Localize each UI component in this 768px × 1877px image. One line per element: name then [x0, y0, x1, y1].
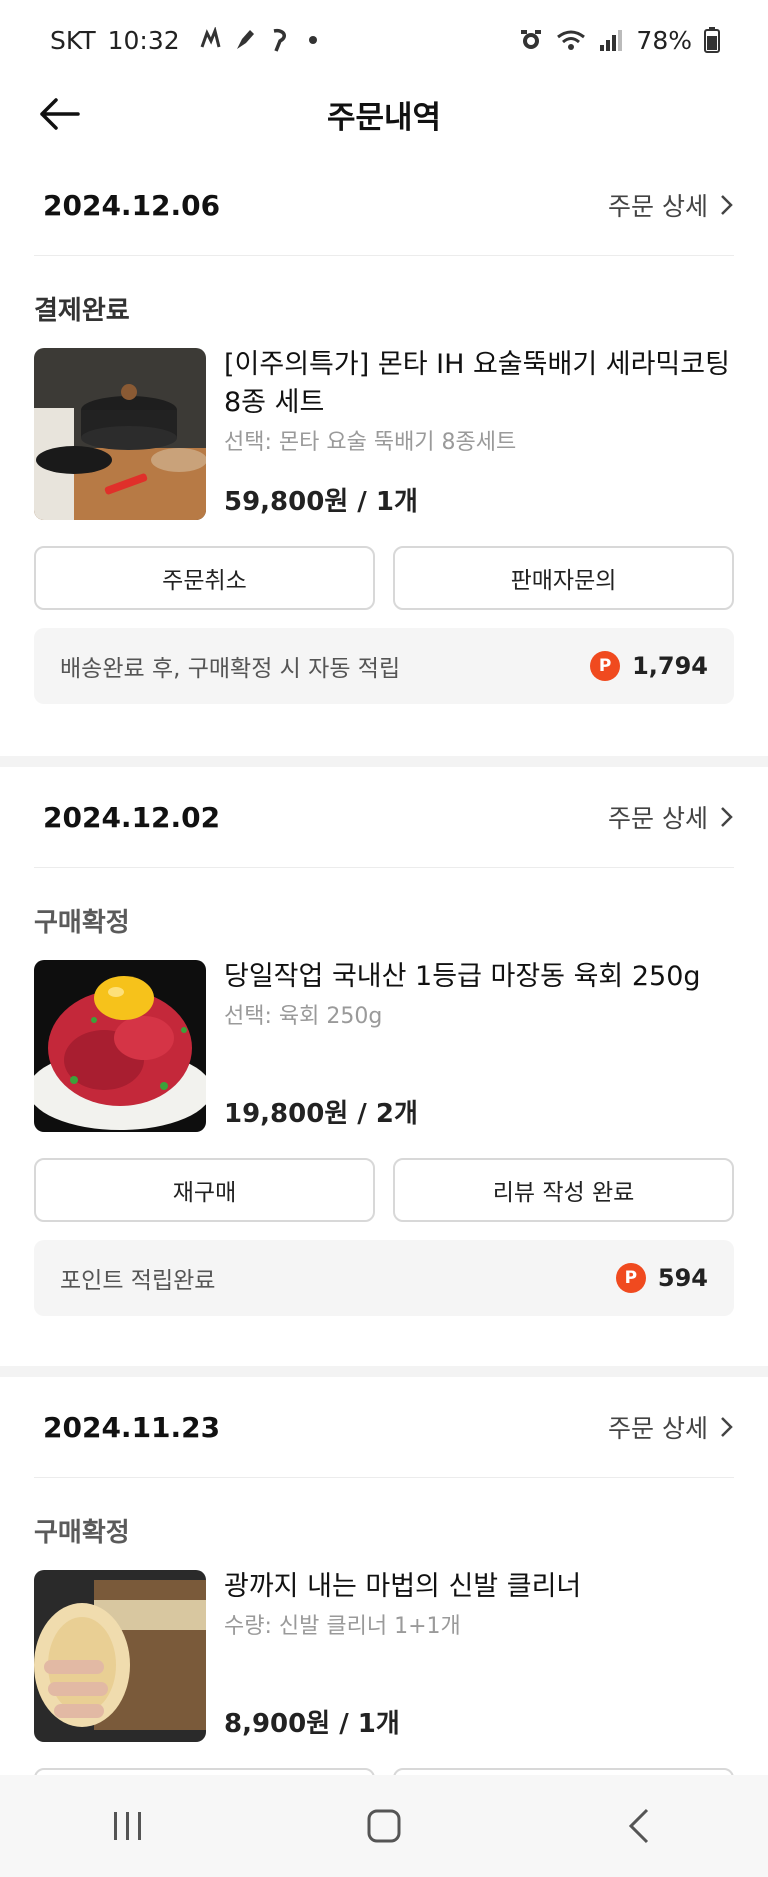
product-option: 수량: 신발 클리너 1+1개 — [224, 1614, 461, 1639]
order-date: 2024.12.02 — [43, 800, 221, 834]
chevron-right-icon — [721, 1417, 733, 1437]
arrow-left-icon — [40, 98, 80, 130]
point-amount: P 594 — [615, 1263, 708, 1293]
point-value: 594 — [657, 1264, 708, 1292]
product-row[interactable]: 당일작업 국내산 1등급 마장동 육회 250g 선택: 육회 250g 19,… — [34, 960, 734, 1132]
chevron-right-icon — [721, 807, 733, 827]
cancel-order-button[interactable]: 주문취소 — [34, 546, 375, 610]
chevron-right-icon — [721, 195, 733, 215]
reorder-button[interactable]: 재구매 — [34, 1158, 375, 1222]
product-price: 19,800원 / 2개 — [224, 1099, 418, 1129]
point-icon: P — [590, 651, 621, 681]
order-card: 2024.11.23 주문 상세 구매확정 광까지 내는 마법의 신발 클리너 … — [0, 1377, 768, 1775]
point-info: 포인트 적립완료 P 594 — [34, 1240, 734, 1316]
status-left: SKT 10:32 — [50, 26, 326, 55]
alarm-icon — [521, 30, 542, 49]
order-detail-link[interactable]: 주문 상세 — [608, 799, 734, 835]
product-info: 광까지 내는 마법의 신발 클리너 수량: 신발 클리너 1+1개 8,900원… — [224, 1570, 734, 1742]
home-button[interactable] — [344, 1796, 424, 1856]
product-row[interactable]: 광까지 내는 마법의 신발 클리너 수량: 신발 클리너 1+1개 8,900원… — [34, 1570, 734, 1742]
order-header: 2024.12.02 주문 상세 — [34, 767, 734, 868]
recent-apps-icon — [114, 1812, 141, 1840]
order-action-button[interactable] — [393, 1768, 734, 1775]
product-name[interactable]: 당일작업 국내산 1등급 마장동 육회 250g — [224, 958, 734, 996]
order-detail-label: 주문 상세 — [608, 1414, 708, 1443]
order-detail-link[interactable]: 주문 상세 — [608, 187, 734, 223]
app-notification-icon — [273, 28, 286, 52]
order-date: 2024.11.23 — [43, 1410, 221, 1444]
hand-notification-icon — [200, 27, 221, 48]
point-icon: P — [615, 1263, 646, 1293]
app-header: 주문내역 — [0, 80, 768, 148]
signal-icon — [600, 30, 623, 51]
beef-tartare-image[interactable] — [34, 960, 206, 1132]
battery-percent: 78% — [636, 25, 692, 55]
product-info: [이주의특가] 몬타 IH 요술뚝배기 세라믹코팅 8종 세트 선택: 몬타 요… — [224, 348, 734, 520]
order-date: 2024.12.06 — [43, 188, 221, 222]
product-row[interactable]: [이주의특가] 몬타 IH 요술뚝배기 세라믹코팅 8종 세트 선택: 몬타 요… — [34, 348, 734, 520]
product-price: 59,800원 / 1개 — [224, 487, 418, 517]
system-nav-bar — [0, 1775, 768, 1877]
order-header: 2024.11.23 주문 상세 — [34, 1377, 734, 1478]
order-status: 결제완료 — [34, 296, 130, 326]
product-info: 당일작업 국내산 1등급 마장동 육회 250g 선택: 육회 250g 19,… — [224, 960, 734, 1132]
home-icon — [367, 1809, 401, 1843]
chevron-left-icon — [628, 1808, 649, 1844]
point-message: 배송완료 후, 구매확정 시 자동 적립 — [60, 656, 401, 682]
wifi-icon — [557, 30, 586, 50]
order-detail-link[interactable]: 주문 상세 — [608, 1409, 734, 1445]
order-status: 구매확정 — [34, 1518, 130, 1548]
review-complete-button[interactable]: 리뷰 작성 완료 — [393, 1158, 734, 1222]
order-card: 2024.12.06 주문 상세 결제완료 [이주의특가] 몬타 IH 요술뚝배… — [0, 155, 768, 750]
point-amount: P 1,794 — [590, 651, 708, 681]
action-buttons — [34, 1768, 734, 1775]
order-card: 2024.12.02 주문 상세 구매확정 당일작업 국내산 1등급 마장동 육… — [0, 767, 768, 1362]
system-back-button[interactable] — [600, 1796, 680, 1856]
product-option: 선택: 육회 250g — [224, 1004, 383, 1029]
order-detail-label: 주문 상세 — [608, 192, 708, 221]
action-buttons: 주문취소 판매자문의 — [34, 546, 734, 610]
order-action-button[interactable] — [34, 1768, 375, 1775]
order-header: 2024.12.06 주문 상세 — [34, 155, 734, 256]
product-name[interactable]: [이주의특가] 몬타 IH 요술뚝배기 세라믹코팅 8종 세트 — [224, 346, 734, 422]
order-status: 구매확정 — [34, 908, 130, 938]
pen-notification-icon — [236, 30, 254, 49]
point-message: 포인트 적립완료 — [60, 1268, 216, 1294]
product-price: 8,900원 / 1개 — [224, 1709, 400, 1739]
battery-icon — [704, 27, 720, 53]
seller-inquiry-button[interactable]: 판매자문의 — [393, 546, 734, 610]
product-option: 선택: 몬타 요술 뚝배기 8종세트 — [224, 430, 517, 455]
notification-icons — [198, 27, 326, 53]
recent-apps-button[interactable] — [88, 1796, 168, 1856]
carrier-label: SKT — [50, 25, 96, 55]
status-bar: SKT 10:32 78% — [0, 0, 768, 80]
product-name[interactable]: 광까지 내는 마법의 신발 클리너 — [224, 1568, 734, 1606]
status-right: 78% — [518, 26, 720, 55]
point-info: 배송완료 후, 구매확정 시 자동 적립 P 1,794 — [34, 628, 734, 704]
order-detail-label: 주문 상세 — [608, 804, 708, 833]
ceramic-pot-image[interactable] — [34, 348, 206, 520]
more-dot-icon — [308, 36, 317, 44]
shoe-cleaner-image[interactable] — [34, 1570, 206, 1742]
clock: 10:32 — [107, 25, 180, 55]
page-title: 주문내역 — [326, 99, 442, 136]
action-buttons: 재구매 리뷰 작성 완료 — [34, 1158, 734, 1222]
back-button[interactable] — [36, 94, 84, 134]
point-value: 1,794 — [632, 652, 708, 680]
